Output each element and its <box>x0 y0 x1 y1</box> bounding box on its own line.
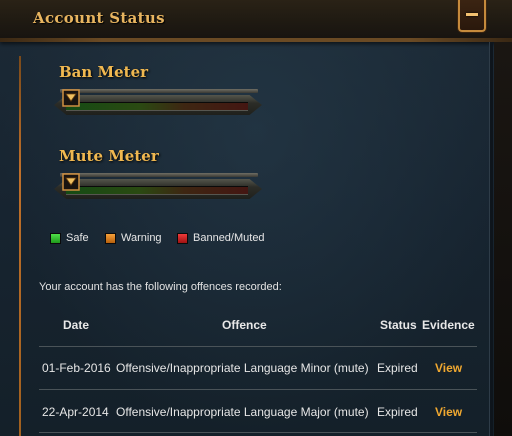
orange-swatch-icon <box>105 232 116 244</box>
legend-warning: Warning <box>105 232 162 244</box>
view-evidence-link[interactable]: View <box>435 405 462 419</box>
table-divider <box>39 346 477 347</box>
green-swatch-icon <box>50 232 61 244</box>
red-swatch-icon <box>177 232 188 244</box>
minus-icon <box>466 13 478 16</box>
mute-meter <box>52 173 264 205</box>
legend-safe: Safe <box>50 232 89 244</box>
table-divider <box>39 432 477 433</box>
panel-title: Account Status <box>33 9 165 27</box>
meter-rail <box>60 89 258 93</box>
legend-label: Banned/Muted <box>193 232 265 244</box>
legend-label: Safe <box>66 232 89 244</box>
legend-label: Warning <box>121 232 162 244</box>
meter-pointer-icon <box>62 89 80 107</box>
legend-banned: Banned/Muted <box>177 232 265 244</box>
row-status: Expired <box>377 405 418 419</box>
ban-meter <box>52 89 264 121</box>
collapse-button[interactable] <box>458 0 486 32</box>
table-divider <box>39 389 477 390</box>
column-header-status: Status <box>380 318 417 332</box>
offences-intro: Your account has the following offences … <box>39 281 282 293</box>
panel-header: Account Status <box>0 0 512 42</box>
column-header-offence: Offence <box>222 318 267 332</box>
column-header-evidence: Evidence <box>422 318 475 332</box>
row-date: 22-Apr-2014 <box>42 405 109 419</box>
meter-pointer-icon <box>62 173 80 191</box>
view-evidence-link[interactable]: View <box>435 361 462 375</box>
header-divider <box>0 38 512 42</box>
meter-rail <box>60 173 258 177</box>
meter-track <box>66 102 248 111</box>
row-status: Expired <box>377 361 418 375</box>
left-border <box>19 56 21 436</box>
row-date: 01-Feb-2016 <box>42 361 111 375</box>
meter-track <box>66 186 248 195</box>
ban-meter-title: Ban Meter <box>59 63 149 81</box>
column-header-date: Date <box>63 318 90 332</box>
mute-meter-title: Mute Meter <box>59 147 159 165</box>
row-offence: Offensive/Inappropriate Language Minor (… <box>116 361 369 375</box>
right-border <box>489 42 512 436</box>
row-offence: Offensive/Inappropriate Language Major (… <box>116 405 369 419</box>
